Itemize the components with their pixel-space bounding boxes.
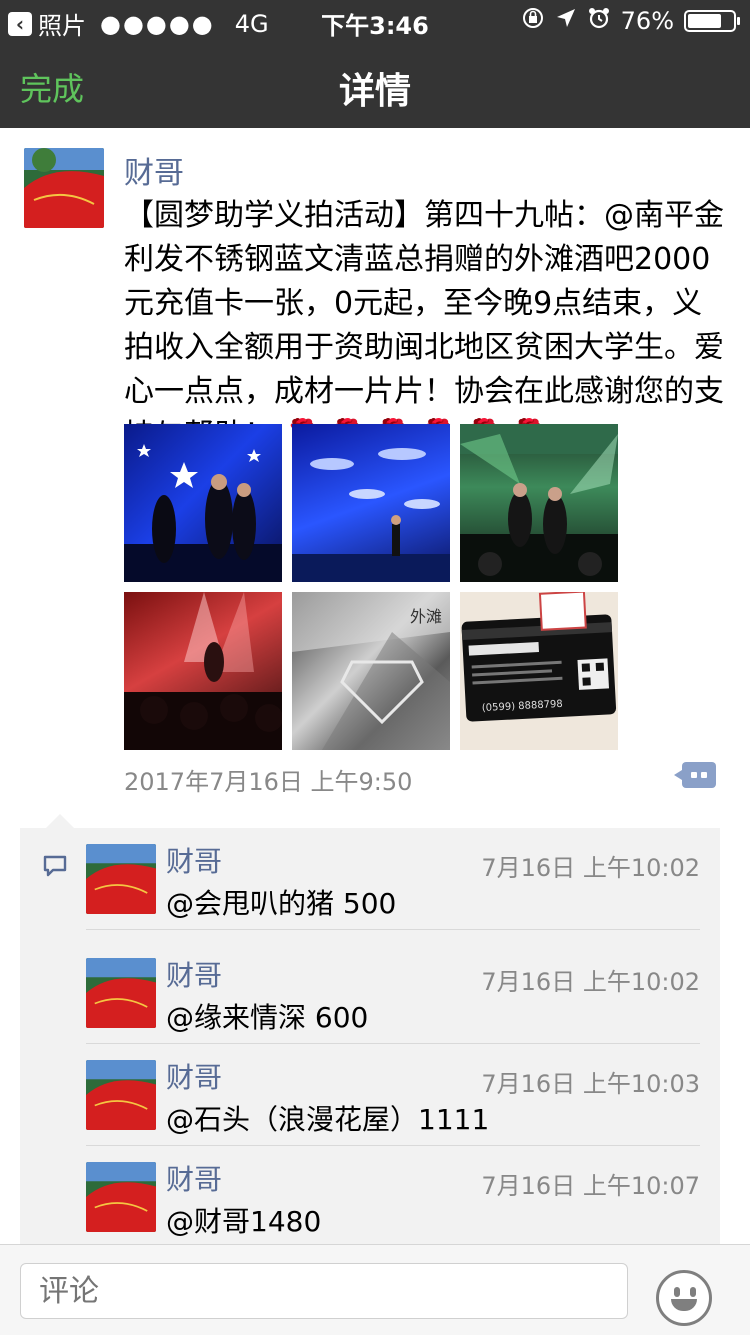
concert-photo-3[interactable] xyxy=(460,424,618,582)
comment-composer-bar xyxy=(0,1244,750,1335)
comment-text: @会甩叭的猪 500 xyxy=(166,887,397,920)
post-author-name[interactable]: 财哥 xyxy=(124,148,184,192)
comment-item[interactable]: 财哥 7月16日 上午10:02 @会甩叭的猪 500 xyxy=(86,828,700,930)
commenter-name[interactable]: 财哥 xyxy=(166,1158,222,1198)
comment-time: 7月16日 上午10:03 xyxy=(481,1070,700,1098)
status-right: 76% xyxy=(521,6,740,36)
comment-text: @石头（浪漫花屋）1111 xyxy=(166,1103,490,1136)
status-bar: ‹ 照片 ●●●●● 4G 下午3:46 76% xyxy=(0,0,750,40)
top-bar: ‹ 照片 ●●●●● 4G 下午3:46 76% 完成 详情 xyxy=(0,0,750,128)
svg-text:外滩: 外滩 xyxy=(410,607,442,626)
emoji-icon[interactable] xyxy=(656,1270,712,1326)
rotation-lock-icon xyxy=(521,6,545,36)
concert-photo-4[interactable] xyxy=(124,592,282,750)
commenter-avatar[interactable] xyxy=(86,1162,156,1232)
comment-time: 7月16日 上午10:02 xyxy=(481,854,700,882)
vip-card-back[interactable]: (0599) 8888798 xyxy=(460,592,618,750)
nav-bar: 完成 详情 xyxy=(0,40,750,128)
commenter-avatar[interactable] xyxy=(86,844,156,914)
photo-grid: 外滩 (0599) 8888798 xyxy=(124,424,624,750)
comment-time: 7月16日 上午10:02 xyxy=(481,968,700,996)
post-text: 【圆梦助学义拍活动】第四十九帖：@南平金利发不锈钢蓝文清蓝总捐赠的外滩酒吧200… xyxy=(124,194,724,458)
battery-percent: 76% xyxy=(620,7,674,35)
post-date: 2017年7月16日 上午9:50 xyxy=(124,768,413,796)
comment-item[interactable]: 财哥 7月16日 上午10:03 @石头（浪漫花屋）1111 xyxy=(86,1044,700,1146)
commenter-name[interactable]: 财哥 xyxy=(166,1056,222,1096)
concert-photo-1[interactable] xyxy=(124,424,282,582)
page-title: 详情 xyxy=(338,71,411,112)
comment-time: 7月16日 上午10:07 xyxy=(481,1172,700,1200)
commenter-name[interactable]: 财哥 xyxy=(166,954,222,994)
commenter-avatar[interactable] xyxy=(86,1060,156,1130)
comment-text: @财哥1480 xyxy=(166,1205,322,1238)
concert-photo-2[interactable] xyxy=(292,424,450,582)
comment-section: 财哥 7月16日 上午10:02 @会甩叭的猪 500 财哥 7月16日 上午1… xyxy=(20,814,720,1244)
alarm-icon xyxy=(587,6,611,36)
commenter-name[interactable]: 财哥 xyxy=(166,840,222,880)
location-icon xyxy=(555,7,577,35)
emoji-eye xyxy=(690,1287,696,1297)
vip-card-front[interactable]: 外滩 xyxy=(292,592,450,750)
comment-input[interactable] xyxy=(20,1263,628,1319)
comment-divider xyxy=(86,929,700,930)
post-body: 【圆梦助学义拍活动】第四十九帖：@南平金利发不锈钢蓝文清蓝总捐赠的外滩酒吧200… xyxy=(124,198,724,453)
battery-fill xyxy=(688,14,721,28)
more-dot-icon xyxy=(691,772,697,778)
comment-item[interactable]: 财哥 7月16日 上午10:02 @缘来情深 600 xyxy=(86,942,700,1044)
post-author-avatar[interactable] xyxy=(24,148,104,228)
comment-text: @缘来情深 600 xyxy=(166,1001,369,1034)
more-dot-icon xyxy=(701,772,707,778)
comment-item[interactable]: 财哥 7月16日 上午10:07 @财哥1480 xyxy=(86,1146,700,1248)
emoji-mouth xyxy=(671,1299,697,1311)
comment-bubble-icon xyxy=(42,854,68,882)
commenter-avatar[interactable] xyxy=(86,958,156,1028)
more-actions-button[interactable] xyxy=(674,762,716,788)
battery-icon xyxy=(684,10,740,32)
emoji-eye xyxy=(674,1287,680,1297)
